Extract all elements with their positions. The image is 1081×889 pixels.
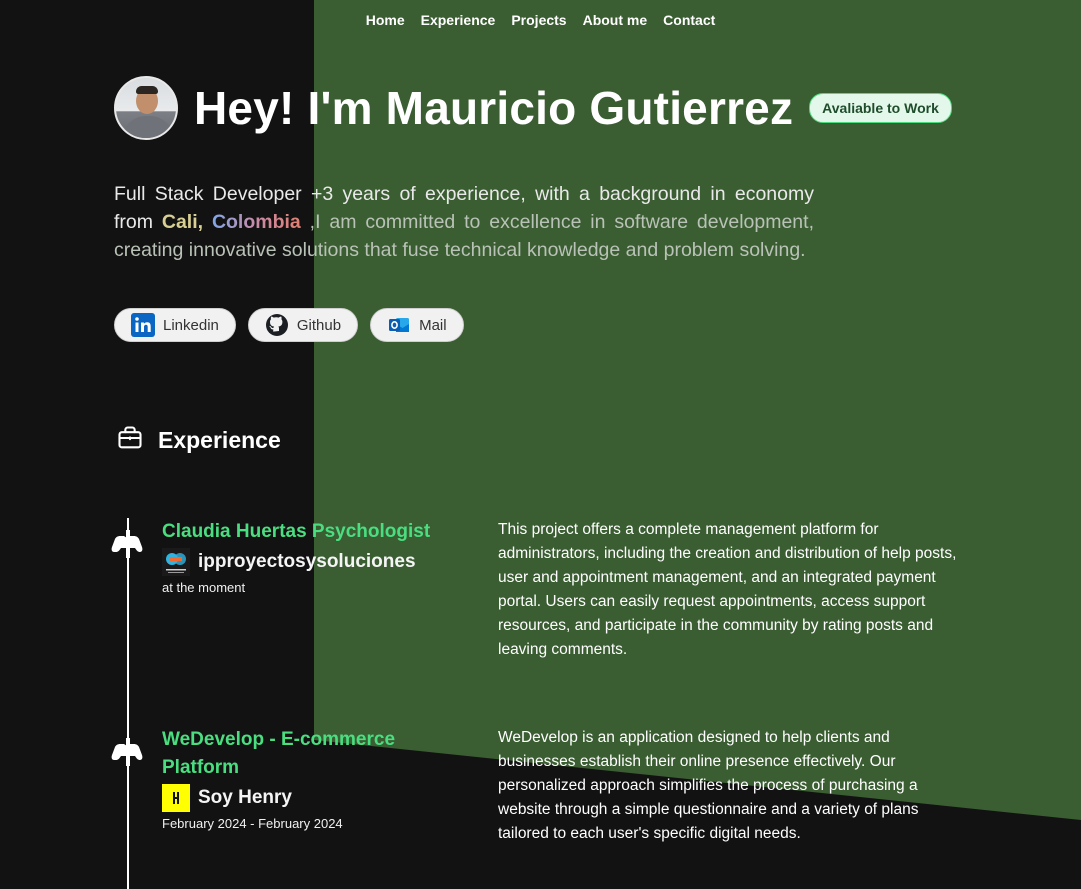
gamepad-icon (108, 530, 148, 558)
intro-city: Cali, (161, 211, 204, 233)
company-row: Soy Henry (162, 784, 462, 812)
experience-item: WeDevelop - E-commerce Platform Soy Henr… (162, 726, 462, 831)
intro-country: Colombia (211, 211, 301, 233)
nav-about-link[interactable]: About me (583, 12, 648, 28)
intro-paragraph: Full Stack Developer +3 years of experie… (114, 180, 814, 264)
job-title: WeDevelop - E-commerce Platform (162, 729, 396, 778)
mail-button[interactable]: Mail (370, 308, 464, 342)
nav-experience-link[interactable]: Experience (421, 12, 496, 28)
company-row: ipproyectosysoluciones (162, 548, 462, 576)
job-description: WeDevelop is an application designed to … (498, 729, 919, 842)
nav-projects-link[interactable]: Projects (511, 12, 566, 28)
gamepad-icon (108, 738, 148, 766)
job-date: February 2024 - February 2024 (162, 816, 343, 831)
social-links: Linkedin Github Mail (114, 308, 464, 342)
linkedin-icon (131, 313, 155, 337)
job-title: Claudia Huertas Psychologist (162, 521, 431, 542)
github-label: Github (296, 316, 342, 334)
briefcase-icon (116, 424, 144, 457)
experience-item: Claudia Huertas Psychologist ipproyectos… (162, 518, 462, 595)
top-navigation: Home Experience Projects About me Contac… (0, 12, 1081, 28)
linkedin-label: Linkedin (163, 316, 219, 334)
outlook-mail-icon (387, 313, 411, 337)
company-name: Soy Henry (198, 787, 292, 808)
github-icon (265, 313, 289, 337)
nav-home-link[interactable]: Home (366, 12, 405, 28)
hero-section: Hey! I'm Mauricio Gutierrez Avaliable to… (114, 76, 952, 140)
job-date: at the moment (162, 580, 246, 595)
company-name: ipproyectosysoluciones (198, 551, 416, 572)
henry-logo-icon (162, 784, 190, 812)
github-button[interactable]: Github (247, 308, 359, 342)
experience-title: Experience (158, 427, 281, 453)
page-title: Hey! I'm Mauricio Gutierrez (194, 82, 794, 134)
timeline-line (127, 518, 129, 889)
availability-badge: Avaliable to Work (809, 93, 952, 123)
company-logo-icon (162, 548, 190, 576)
job-description: This project offers a complete managemen… (498, 521, 957, 658)
avatar (114, 76, 178, 140)
linkedin-button[interactable]: Linkedin (114, 308, 236, 342)
nav-contact-link[interactable]: Contact (663, 12, 715, 28)
mail-label: Mail (419, 316, 447, 334)
experience-heading: Experience (116, 424, 281, 457)
